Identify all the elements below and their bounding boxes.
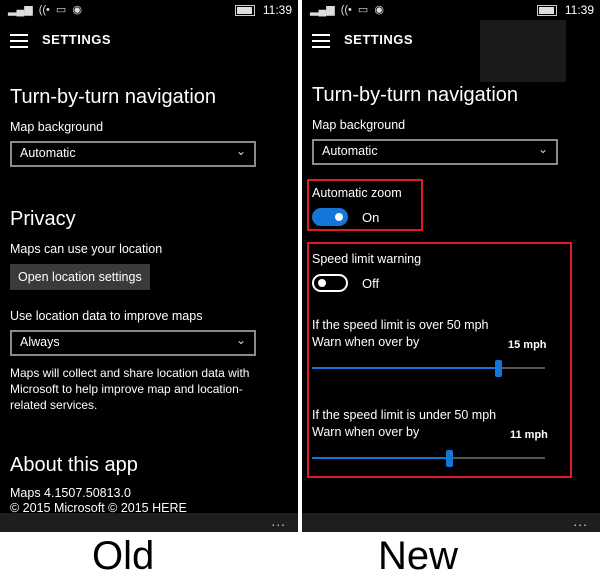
clock: 11:39 xyxy=(564,3,594,17)
page-title: SETTINGS xyxy=(344,32,414,47)
page-title: SETTINGS xyxy=(42,32,112,47)
speed-limit-warning-label: Speed limit warning xyxy=(312,252,422,266)
status-bar: ▂▄▆ ((• ▭ ◉ 11:39 xyxy=(302,0,600,20)
under-limit-slider[interactable] xyxy=(312,450,545,467)
signal-icon: ▂▄▆ xyxy=(8,4,33,16)
about-section-title: About this app xyxy=(10,454,138,476)
improve-maps-description: Maps will collect and share location dat… xyxy=(10,366,250,412)
chevron-down-icon: ⌄ xyxy=(235,333,246,347)
old-screen: ▂▄▆ ((• ▭ ◉ 11:39 SETTINGS Turn-by-turn … xyxy=(0,0,298,532)
map-background-value: Automatic xyxy=(322,144,378,158)
wifi-icon: ((• xyxy=(38,4,50,16)
message-icon: ▭ xyxy=(357,4,369,16)
over-limit-line1: If the speed limit is over 50 mph xyxy=(312,318,489,332)
slider-thumb[interactable] xyxy=(495,360,502,377)
speed-limit-warning-state: Off xyxy=(362,275,380,291)
under-limit-value: 11 mph xyxy=(510,429,548,441)
location-icon: ◉ xyxy=(374,4,384,16)
status-bar: ▂▄▆ ((• ▭ ◉ 11:39 xyxy=(0,0,298,20)
slider-fill xyxy=(312,457,449,459)
improve-maps-label: Use location data to improve maps xyxy=(10,309,203,323)
map-background-value: Automatic xyxy=(20,146,76,160)
under-limit-line2: Warn when over by xyxy=(312,425,420,439)
chevron-down-icon: ⌄ xyxy=(537,142,548,156)
new-screen: ▂▄▆ ((• ▭ ◉ 11:39 SETTINGS Turn-by-turn … xyxy=(302,0,600,532)
battery-icon xyxy=(536,4,557,16)
map-background-label: Map background xyxy=(10,120,104,134)
app-bar: ... xyxy=(0,513,298,532)
nav-section-title: Turn-by-turn navigation xyxy=(312,84,519,106)
old-caption: Old xyxy=(92,534,155,578)
under-limit-line1: If the speed limit is under 50 mph xyxy=(312,408,497,422)
over-limit-line2: Warn when over by xyxy=(312,335,420,349)
status-icons: ▂▄▆ ((• ▭ ◉ xyxy=(8,3,82,17)
improve-maps-value: Always xyxy=(20,335,60,349)
more-options-button[interactable]: ... xyxy=(573,513,588,529)
location-icon: ◉ xyxy=(72,4,82,16)
map-background-label: Map background xyxy=(312,118,406,132)
open-location-settings-button[interactable]: Open location settings xyxy=(10,264,150,290)
over-limit-value: 15 mph xyxy=(508,339,547,351)
slider-thumb[interactable] xyxy=(446,450,453,467)
speed-limit-warning-toggle[interactable] xyxy=(312,274,348,292)
over-limit-slider[interactable] xyxy=(312,360,545,377)
more-options-button[interactable]: ... xyxy=(271,513,286,529)
auto-zoom-state: On xyxy=(362,209,380,225)
slider-fill xyxy=(312,367,498,369)
hamburger-menu-icon[interactable] xyxy=(10,34,28,48)
signal-icon: ▂▄▆ xyxy=(310,4,335,16)
app-header: SETTINGS xyxy=(302,24,600,58)
version-text: Maps 4.1507.50813.0 xyxy=(10,486,131,500)
message-icon: ▭ xyxy=(55,4,67,16)
new-caption: New xyxy=(378,534,459,578)
app-header: SETTINGS xyxy=(0,24,298,58)
nav-section-title: Turn-by-turn navigation xyxy=(10,86,217,108)
map-background-dropdown[interactable]: Automatic ⌄ xyxy=(312,139,558,165)
status-icons: ▂▄▆ ((• ▭ ◉ xyxy=(310,3,384,17)
app-bar: ... xyxy=(302,513,600,532)
wifi-icon: ((• xyxy=(340,4,352,16)
auto-zoom-toggle[interactable] xyxy=(312,208,348,226)
auto-zoom-label: Automatic zoom xyxy=(312,186,402,200)
clock: 11:39 xyxy=(262,3,292,17)
map-background-dropdown[interactable]: Automatic ⌄ xyxy=(10,141,256,167)
battery-icon xyxy=(234,4,255,16)
location-label: Maps can use your location xyxy=(10,242,163,256)
privacy-section-title: Privacy xyxy=(10,208,76,230)
hamburger-menu-icon[interactable] xyxy=(312,34,330,48)
chevron-down-icon: ⌄ xyxy=(235,144,246,158)
improve-maps-dropdown[interactable]: Always ⌄ xyxy=(10,330,256,356)
